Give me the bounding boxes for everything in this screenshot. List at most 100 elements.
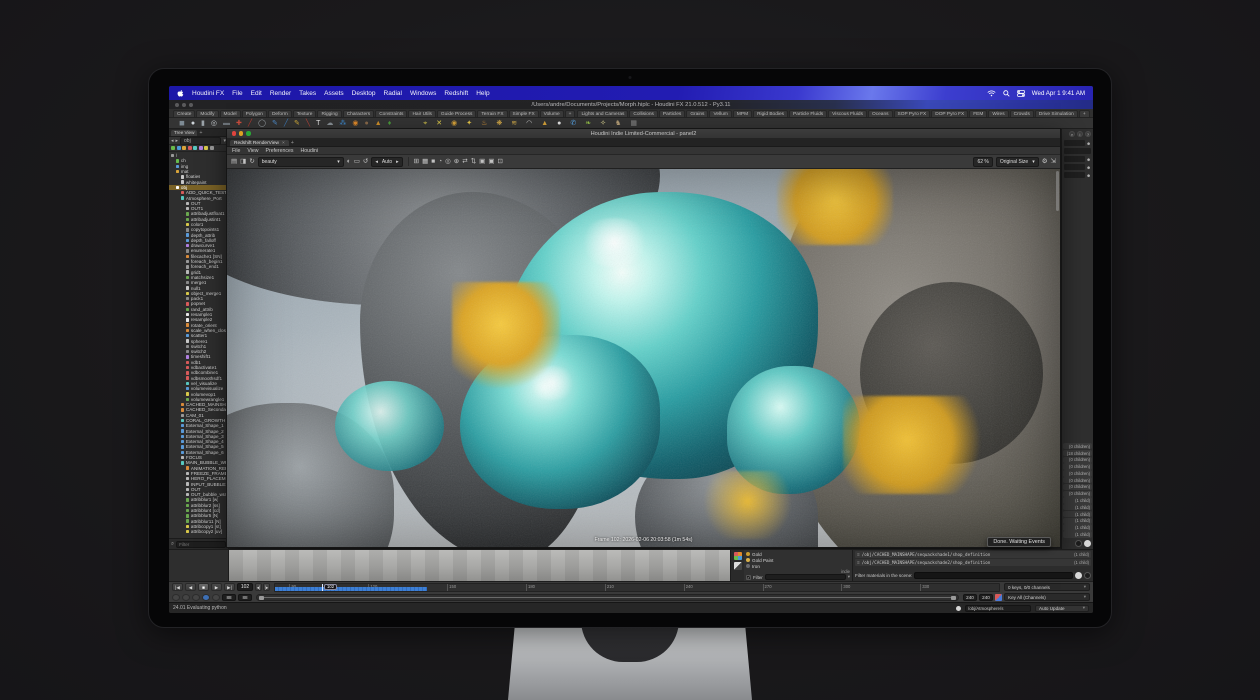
tree-children-count[interactable]: (1 child) — [1063, 518, 1092, 524]
shelf-tab[interactable]: Rigging — [317, 110, 341, 117]
render-tool-icon[interactable]: ▤ — [231, 158, 237, 166]
shelf-tool-icon[interactable]: ▦ — [630, 120, 637, 127]
global-end-field[interactable]: 240 — [963, 594, 977, 601]
shelf-tab[interactable]: Volume — [540, 110, 564, 117]
param-field[interactable] — [1064, 172, 1085, 178]
range-start-field[interactable]: 88 — [222, 594, 236, 601]
menubar-item[interactable]: Takes — [299, 90, 316, 97]
viewport-area[interactable]: Houdini Indie Limited-Commercial - panel… — [229, 129, 1061, 549]
status-toggle-icon[interactable] — [956, 606, 961, 611]
tree-children-count[interactable]: (0 children) — [1063, 470, 1092, 476]
render-image[interactable]: Frame 102: 2026-02-06 20:03:58 (1m 54s) — [227, 169, 1060, 547]
tree-children-count[interactable]: (0 children) — [1063, 491, 1092, 497]
tab-tree-view[interactable]: Tree View — [171, 130, 197, 136]
render-tool-icon[interactable]: ▭ — [354, 158, 360, 166]
auto-select[interactable]: ◂ Auto ▸ — [371, 157, 402, 167]
shelf-tab[interactable]: FEM — [969, 110, 987, 117]
control-center-icon[interactable] — [1017, 90, 1025, 97]
shelf-tool-icon[interactable]: ◉ — [451, 120, 457, 127]
shelf-tab[interactable]: Guide Process — [437, 110, 476, 117]
shelf-tab[interactable]: Oceans — [868, 110, 893, 117]
shelf-tab[interactable]: SOP Pyro FX — [894, 110, 931, 117]
key-icon[interactable] — [995, 594, 1002, 601]
filter-checkbox[interactable]: ✓ — [746, 575, 751, 580]
render-tool-icon[interactable]: ⇄ — [462, 158, 467, 166]
menubar-clock[interactable]: Wed Apr 1 9:41 AM — [1032, 90, 1085, 97]
shelf-tool-icon[interactable]: ◎ — [211, 120, 217, 127]
auto-update-select[interactable]: Auto Update ▾ — [1035, 605, 1089, 612]
playback-options-button[interactable] — [202, 594, 210, 601]
add-tab-icon[interactable]: + — [291, 140, 294, 146]
node-type-filter-icon[interactable] — [171, 146, 175, 150]
shelf-tool-icon[interactable]: ⁂ — [339, 120, 346, 127]
shelf-tab[interactable]: + — [565, 110, 576, 117]
toggle-light-icon[interactable] — [1084, 540, 1091, 547]
caret-down-icon[interactable]: ▾ — [848, 574, 850, 580]
shelf-tab[interactable]: MPM — [733, 110, 752, 117]
shelf-tool-icon[interactable]: ❋ — [496, 120, 502, 127]
render-menu-item[interactable]: Preferences — [266, 148, 294, 154]
menubar-item[interactable]: Render — [270, 90, 291, 97]
palette-grid-icon[interactable] — [734, 552, 742, 560]
shelf-tool-icon[interactable]: ╱ — [284, 120, 288, 127]
shelf-tool-icon[interactable]: ✕ — [436, 120, 442, 127]
shelf-tab[interactable]: Rigid Bodies — [753, 110, 788, 117]
shelf-tab[interactable]: Viscous Fluids — [828, 110, 867, 117]
shelf-tool-icon[interactable]: ◼ — [179, 120, 185, 127]
dopesheet-toggle[interactable] — [212, 594, 220, 601]
shelf-tab[interactable]: Collisions — [629, 110, 658, 117]
shelf-tab[interactable]: Particle Fluids — [789, 110, 827, 117]
step-back-button[interactable]: ◀ — [185, 583, 196, 591]
shelf-tool-icon[interactable]: ◉ — [352, 120, 358, 127]
close-tab-icon[interactable]: × — [282, 141, 285, 146]
timeline-ruler[interactable]: 90120150180210240270300330 102 — [274, 583, 1000, 592]
shelf-tab[interactable]: Lights and Cameras — [577, 110, 628, 117]
shelf-tool-icon[interactable]: ▮ — [201, 120, 205, 127]
range-slider-handle-right[interactable] — [951, 596, 956, 600]
pin-icon[interactable]: ⌕ — [1069, 131, 1075, 137]
tree-filter-input[interactable] — [176, 541, 226, 548]
param-field[interactable] — [1064, 164, 1085, 170]
render-tool-icon[interactable]: ↻ — [249, 158, 254, 166]
menubar-item[interactable]: Windows — [410, 90, 436, 97]
render-tool-icon[interactable]: ▣ — [488, 158, 494, 166]
node-type-filter-icon[interactable] — [182, 146, 186, 150]
palette-filter-input[interactable] — [765, 574, 846, 580]
render-tool-icon[interactable]: ▦ — [422, 158, 428, 166]
zoom-percent-field[interactable]: 62 % — [973, 157, 992, 167]
range-slider-handle-left[interactable] — [259, 596, 264, 600]
size-select[interactable]: Original Size ▾ — [996, 157, 1039, 167]
render-menu-item[interactable]: Houdini — [301, 148, 319, 154]
keys-summary-select[interactable]: 0 keys, 0/0 channels ▾ — [1004, 583, 1090, 591]
shelf-tab[interactable]: Modify — [196, 110, 218, 117]
shelf-tool-icon[interactable]: T — [316, 120, 320, 127]
shelf-tool-icon[interactable]: ▲ — [375, 120, 382, 127]
path-crumb[interactable]: obj — [180, 137, 221, 145]
node-type-filter-icon[interactable] — [188, 146, 192, 150]
shelf-tool-icon[interactable]: ╲ — [306, 120, 310, 127]
audio-toggle[interactable] — [182, 594, 190, 601]
shelf-tool-icon[interactable]: ✎ — [294, 120, 300, 127]
menubar-item[interactable]: Desktop — [352, 90, 376, 97]
menubar-item[interactable]: Houdini FX — [192, 90, 224, 97]
tree-node-row[interactable]: attribcopy2 [uv] — [169, 529, 228, 534]
tree-children-count[interactable]: (0 children) — [1063, 484, 1092, 490]
shelf-tab[interactable]: Characters — [343, 110, 374, 117]
shelf-tool-icon[interactable]: ✆ — [570, 120, 576, 127]
shelf-tab[interactable]: Hair Utils — [408, 110, 435, 117]
person-icon[interactable]: ☻ — [1086, 157, 1091, 162]
help-icon[interactable]: ? — [1085, 131, 1091, 137]
node-path-field[interactable]: /obj/Atmosphere/s — [965, 605, 1031, 612]
resize-icon[interactable]: ⇲ — [1051, 158, 1056, 166]
shelf-tab[interactable]: Deform — [268, 110, 292, 117]
shelf-tool-icon[interactable]: ☁ — [326, 120, 333, 127]
menubar-item[interactable]: Help — [476, 90, 489, 97]
shelf-tool-icon[interactable]: ● — [365, 120, 369, 127]
prev-key-button[interactable]: ◂| — [255, 583, 262, 591]
tree-children-count[interactable]: (0 children) — [1063, 463, 1092, 469]
shelf-tab[interactable]: Vellum — [709, 110, 731, 117]
aov-select[interactable]: beauty ▾ — [258, 157, 344, 167]
tree-children-count[interactable]: (0 children) — [1063, 457, 1092, 463]
global-end-field2[interactable]: 240 — [979, 594, 993, 601]
palette-swatch-icon[interactable] — [734, 562, 742, 570]
